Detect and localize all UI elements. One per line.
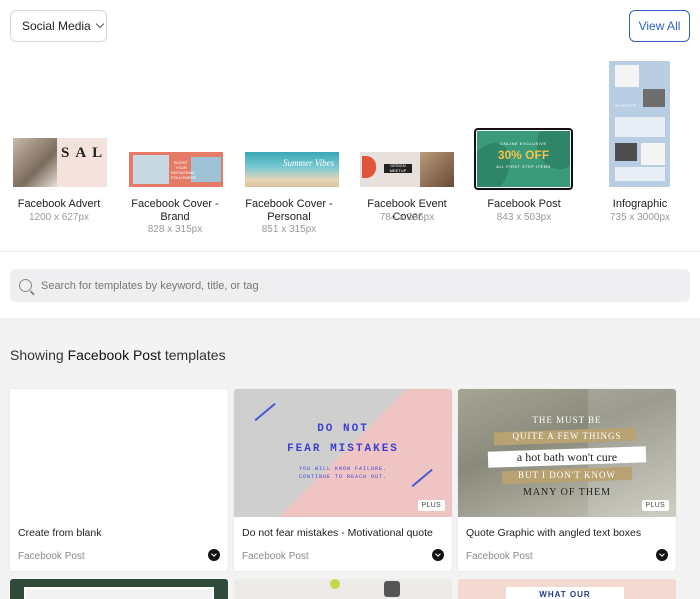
thumbnail: ONLINE EXCLUSIVE 30% OFF ALL FIRST STEP … — [477, 131, 570, 187]
view-all-button[interactable]: View All — [629, 10, 690, 42]
brand-text: BOOST YOUR INSTAGRAM FOLLOWERS — [171, 160, 197, 180]
thumbnail: BOOST YOUR INSTAGRAM FOLLOWERS — [129, 152, 223, 187]
divider — [0, 251, 700, 252]
event-text: DESIGN MEETUP — [389, 163, 407, 173]
format-dims: 851 x 315px — [261, 224, 317, 235]
card-preview: THE MUST BE QUITE A FEW THINGS a hot bat… — [458, 389, 676, 517]
format-name: Facebook Advert — [17, 198, 101, 210]
card-subtitle: Facebook Post — [466, 551, 533, 562]
peek-text: WHAT OUR — [539, 590, 591, 599]
results-heading: Showing Facebook Post templates — [10, 347, 226, 363]
format-dims: 843 x 503px — [496, 212, 552, 223]
format-dims: 1200 x 627px — [28, 212, 90, 223]
card-subtitle: Facebook Post — [242, 551, 309, 562]
quote-line: DO NOT — [317, 423, 369, 435]
sale-text: SALE — [61, 145, 107, 161]
format-dims: 784 x 295px — [379, 212, 435, 223]
template-card-peek[interactable] — [10, 579, 228, 599]
thumbnail: Summer Vibes — [245, 152, 339, 187]
plus-badge: PLUS — [417, 500, 445, 511]
plus-badge: PLUS — [641, 500, 669, 511]
chevron-down-icon[interactable] — [656, 549, 668, 561]
thumbnail: SALE — [13, 138, 107, 187]
format-name: Facebook Cover - Brand — [131, 198, 219, 223]
chevron-down-icon[interactable] — [432, 549, 444, 561]
thumbnail: WINTER — [609, 61, 670, 187]
personal-text: Summer Vibes — [283, 158, 335, 168]
card-subtitle: Facebook Post — [18, 551, 85, 562]
category-dropdown[interactable]: Social Media — [10, 10, 107, 42]
format-dims: 828 x 315px — [147, 224, 203, 235]
template-card-do-not-fear-mistakes[interactable]: DO NOT FEAR MISTAKES YOU WILL KNOW FAILU… — [234, 389, 452, 571]
card-preview — [10, 389, 228, 517]
template-card-angled-text-boxes[interactable]: THE MUST BE QUITE A FEW THINGS a hot bat… — [458, 389, 676, 571]
template-card-peek[interactable]: WHAT OUR — [458, 579, 676, 599]
quote-line: BUT I DON'T KNOW — [517, 470, 617, 480]
quote-line: QUITE A FEW THINGS — [512, 431, 622, 441]
card-preview: DO NOT FEAR MISTAKES YOU WILL KNOW FAILU… — [234, 389, 452, 517]
chevron-down-icon[interactable] — [208, 549, 220, 561]
results-format: Facebook Post — [67, 347, 161, 363]
quote-line: YOU WILL KNOW FAILURE. — [298, 466, 387, 472]
category-label: Social Media — [22, 19, 91, 33]
post-top-text: ONLINE EXCLUSIVE — [500, 141, 547, 146]
format-name: Facebook Post — [487, 198, 561, 210]
thumbnail: DESIGN MEETUP — [360, 152, 454, 187]
card-title: Create from blank — [18, 527, 102, 539]
template-card-blank[interactable]: Create from blank Facebook Post — [10, 389, 228, 571]
results-panel: Showing Facebook Post templates Create f… — [0, 318, 700, 599]
post-big-text: 30% OFF — [497, 148, 550, 162]
quote-line: a hot bath won't cure — [516, 450, 618, 464]
template-card-peek[interactable] — [234, 579, 452, 599]
format-dims: 735 x 3000px — [609, 212, 671, 223]
quote-line: THE MUST BE — [532, 415, 602, 425]
format-name: Infographic — [612, 198, 668, 210]
search-input[interactable] — [41, 279, 641, 292]
search-icon — [19, 279, 32, 292]
quote-line: FEAR MISTAKES — [287, 443, 399, 455]
quote-line: CONTINUE TO REACH OUT. — [298, 474, 387, 480]
quote-line: MANY OF THEM — [522, 487, 612, 498]
post-bottom-text: ALL FIRST STEP ITEMS — [496, 164, 551, 169]
template-search[interactable] — [10, 269, 690, 302]
card-title: Do not fear mistakes - Motivational quot… — [242, 527, 433, 539]
card-title: Quote Graphic with angled text boxes — [466, 527, 642, 539]
chevron-down-icon — [95, 19, 104, 29]
infographic-text: WINTER — [615, 103, 637, 108]
format-name: Facebook Cover - Personal — [245, 198, 333, 223]
